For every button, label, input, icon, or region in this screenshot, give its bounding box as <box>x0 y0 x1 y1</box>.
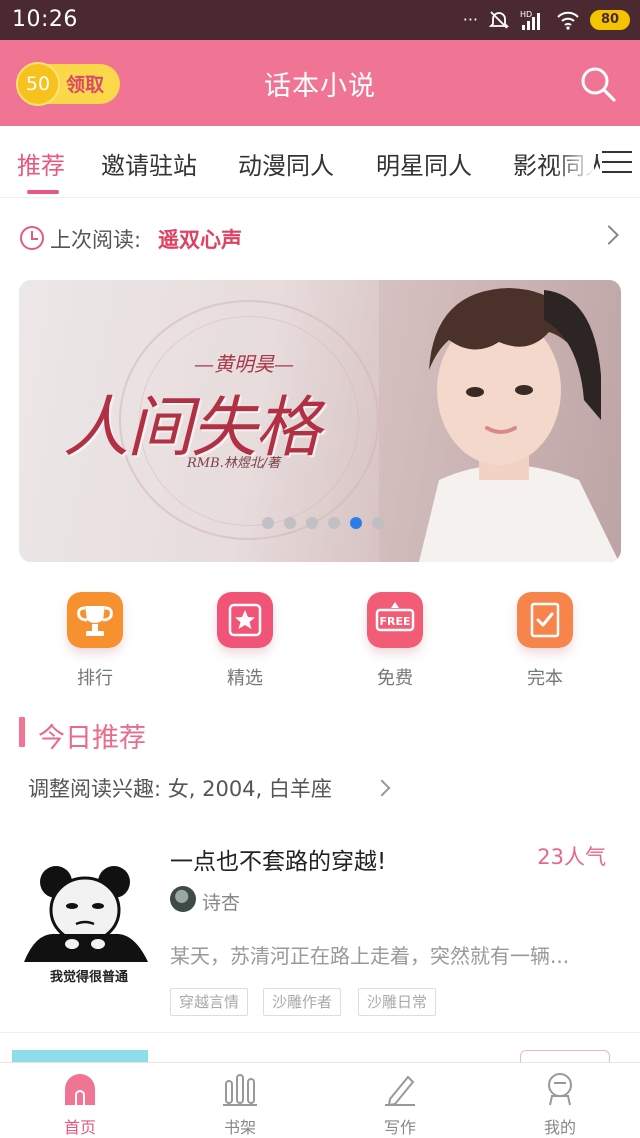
nav-label: 写作 <box>383 1118 416 1137</box>
book-title: 一点也不套路的穿越! <box>170 849 387 875</box>
tab-invite[interactable]: 邀请驻站 <box>101 146 197 181</box>
banner-pagination <box>19 517 621 531</box>
wifi-icon <box>557 11 579 30</box>
app-title: 话本小说 <box>264 71 376 102</box>
pen-icon <box>385 1075 415 1107</box>
chevron-right-icon <box>373 779 391 797</box>
book-author: 诗杏 <box>202 892 241 914</box>
tab-fade <box>554 126 594 196</box>
nav-bookshelf[interactable]: 书架 <box>160 1063 320 1138</box>
next-book-cover[interactable] <box>12 1050 148 1062</box>
status-bar: 10:26 ··· HD 80 <box>0 0 640 40</box>
pagination-dot[interactable] <box>284 517 296 529</box>
dots-icon: ··· <box>462 10 478 29</box>
nav-write[interactable]: 写作 <box>320 1063 480 1138</box>
pagination-dot[interactable] <box>306 517 318 529</box>
book-popularity: 23人气 <box>537 845 606 869</box>
adjust-interest-link[interactable]: 调整阅读兴趣: 女, 2004, 白羊座 <box>28 773 332 803</box>
nav-label: 书架 <box>223 1118 256 1137</box>
status-time: 10:26 <box>12 7 78 32</box>
section-marker <box>19 717 25 747</box>
nav-label: 首页 <box>63 1118 96 1137</box>
quick-entry-label: 免费 <box>377 668 413 689</box>
battery-icon: 80 <box>590 10 630 30</box>
author-avatar <box>170 886 196 912</box>
trophy-icon <box>67 592 123 648</box>
last-read-label: 上次阅读: <box>50 228 142 252</box>
tab-anime-fanfic[interactable]: 动漫同人 <box>238 146 334 181</box>
star-icon <box>217 592 273 648</box>
quick-entry-completed[interactable]: 完本 <box>470 592 620 702</box>
next-book-button[interactable] <box>520 1050 610 1062</box>
pagination-dot-active[interactable] <box>350 517 362 529</box>
clock-icon <box>20 226 44 250</box>
category-tabs: 推荐 邀请驻站 动漫同人 明星同人 影视同人 <box>0 126 640 198</box>
svg-text:FREE: FREE <box>379 615 410 628</box>
bookshelf-icon <box>223 1074 257 1106</box>
nav-home[interactable]: 首页 <box>0 1063 160 1138</box>
quick-entry-label: 完本 <box>527 668 563 689</box>
last-read-row[interactable]: 上次阅读: 遥双心声 <box>0 198 640 280</box>
nav-profile[interactable]: 我的 <box>480 1063 640 1138</box>
tab-menu-icon[interactable] <box>600 146 634 176</box>
nav-label: 我的 <box>543 1118 576 1137</box>
card-divider <box>0 1032 640 1033</box>
section-title: 今日推荐 <box>38 723 146 754</box>
promo-banner[interactable]: —黄明昊— 人间失格 RMB.林煜北/著 <box>19 280 621 562</box>
profile-icon <box>548 1073 572 1106</box>
book-tag[interactable]: 沙雕日常 <box>358 988 437 1016</box>
quick-entry-featured[interactable]: 精选 <box>170 592 320 702</box>
free-tag-icon: FREE <box>367 592 423 648</box>
last-read-title: 遥双心声 <box>158 228 242 252</box>
quick-entry-free[interactable]: FREE 免费 <box>320 592 470 702</box>
home-icon <box>65 1074 95 1105</box>
cover-caption: 我觉得很普通 <box>49 970 128 985</box>
pagination-dot[interactable] <box>328 517 340 529</box>
signal-icon: HD <box>520 10 540 30</box>
banner-author-bottom: RMB.林煜北/著 <box>187 456 281 471</box>
check-note-icon <box>517 592 573 648</box>
mute-bell-icon <box>488 11 510 29</box>
active-tab-indicator <box>27 190 59 194</box>
book-tag[interactable]: 沙雕作者 <box>263 988 342 1016</box>
network-type: HD <box>520 10 532 19</box>
book-tag[interactable]: 穿越言情 <box>170 988 249 1016</box>
tab-recommend[interactable]: 推荐 <box>17 146 65 181</box>
quick-entry-label: 排行 <box>77 668 113 689</box>
search-icon[interactable] <box>578 64 618 104</box>
pagination-dot[interactable] <box>262 517 274 529</box>
bottom-nav: 首页 书架 写作 我的 <box>0 1062 640 1138</box>
book-description: 某天，苏清河正在路上走着，突然就有一辆... <box>170 944 570 968</box>
quick-entry-ranking[interactable]: 排行 <box>20 592 170 702</box>
banner-author-top: —黄明昊— <box>194 352 294 376</box>
app-header: 50 领取 话本小说 <box>0 40 640 126</box>
quick-entry-label: 精选 <box>227 668 263 689</box>
status-icons: ··· HD 80 <box>463 8 630 32</box>
book-card[interactable]: 我觉得很普通 一点也不套路的穿越! 23人气 诗杏 某天，苏清河正在路上走着，突… <box>0 828 640 1033</box>
tab-celebrity-fanfic[interactable]: 明星同人 <box>376 146 472 181</box>
pagination-dot[interactable] <box>372 517 384 529</box>
chevron-right-icon <box>599 225 619 245</box>
